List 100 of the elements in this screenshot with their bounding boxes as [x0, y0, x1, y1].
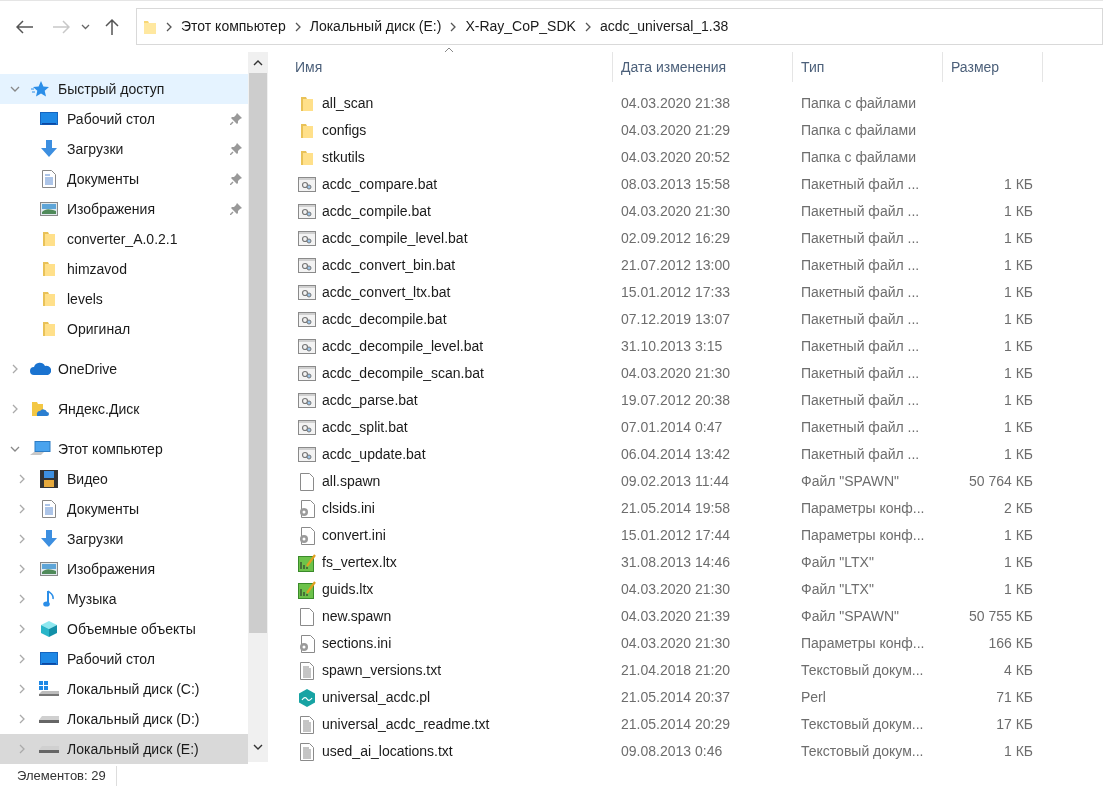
tree-item[interactable]: Локальный диск (E:)	[0, 734, 248, 764]
tree-item[interactable]: Рабочий стол	[0, 104, 248, 134]
file-row[interactable]: acdc_decompile.bat 07.12.2019 13:07 Пакетный файл ... 1 КБ	[268, 306, 1103, 333]
tree-item[interactable]: Загрузки	[0, 134, 248, 164]
tree-item[interactable]: Яндекс.Диск	[0, 394, 248, 424]
cube-icon	[40, 620, 58, 638]
type-cell-text: Пакетный файл ...	[800, 337, 921, 356]
tree-item[interactable]: OneDrive	[0, 354, 248, 384]
tree-item[interactable]: Оригинал	[0, 314, 248, 344]
tree-item[interactable]: Музыка	[0, 584, 248, 614]
tree-item[interactable]: converter_A.0.2.1	[0, 224, 248, 254]
file-row[interactable]: acdc_convert_bin.bat 21.07.2012 13:00 Пакетный файл ... 1 КБ	[268, 252, 1103, 279]
column-header[interactable]: Имя	[268, 52, 613, 82]
file-row[interactable]: acdc_convert_ltx.bat 15.01.2012 17:33 Пакетный файл ... 1 КБ	[268, 279, 1103, 306]
breadcrumb-item[interactable]: Локальный диск (E:)	[309, 16, 442, 37]
column-header[interactable]: Дата изменения	[613, 52, 793, 82]
file-row[interactable]: all_scan 04.03.2020 21:38 Папка с файлами	[268, 90, 1103, 117]
breadcrumb-item[interactable]: X-Ray_CoP_SDK	[465, 16, 576, 37]
folder-icon	[143, 18, 157, 35]
tree-item[interactable]: Этот компьютер	[0, 434, 248, 464]
file-row[interactable]: convert.ini 15.01.2012 17:44 Параметры конф... 1 КБ	[268, 522, 1103, 549]
chevron-right-icon[interactable]	[19, 624, 25, 634]
film-icon	[40, 470, 58, 488]
sidebar-scrollbar[interactable]	[248, 52, 268, 762]
tree-item[interactable]: Рабочий стол	[0, 644, 248, 674]
file-row[interactable]: fs_vertex.ltx 31.08.2013 14:46 Файл "LTX" 1 КБ	[268, 549, 1103, 576]
tree-item[interactable]: levels	[0, 284, 248, 314]
chevron-right-icon	[166, 21, 172, 32]
tree-item[interactable]: Загрузки	[0, 524, 248, 554]
file-row[interactable]: new.spawn 04.03.2020 21:39 Файл "SPAWN" 50 755 КБ	[268, 603, 1103, 630]
chevron-right-icon[interactable]	[12, 404, 18, 414]
chevron-right-icon[interactable]	[19, 474, 25, 484]
tree-item-label: Видео	[67, 469, 109, 489]
file-row[interactable]: configs 04.03.2020 21:29 Папка с файлами	[268, 117, 1103, 144]
chevron-right-icon[interactable]	[19, 594, 25, 604]
folder-icon	[301, 122, 313, 139]
chevron-right-icon[interactable]	[19, 714, 25, 724]
column-header[interactable]: Размер	[943, 52, 1043, 82]
file-row[interactable]: all.spawn 09.02.2013 11:44 Файл "SPAWN" 50 764 КБ	[268, 468, 1103, 495]
size-cell-text: 2 КБ	[1002, 499, 1033, 518]
tree-item-label: Изображения	[67, 199, 156, 219]
music-note-icon	[43, 590, 55, 608]
tree-item[interactable]: Документы	[0, 494, 248, 524]
type-cell-text: Пакетный файл ...	[800, 229, 921, 248]
size-cell-text: 50 764 КБ	[967, 472, 1033, 491]
file-name: sections.ini	[322, 634, 392, 653]
type-cell-text: Файл "LTX"	[800, 553, 875, 572]
tree-item[interactable]: Локальный диск (C:)	[0, 674, 248, 704]
tree-item[interactable]: Изображения	[0, 554, 248, 584]
chevron-right-icon[interactable]	[19, 534, 25, 544]
chevron-right-icon[interactable]	[19, 564, 25, 574]
file-row[interactable]: acdc_decompile_level.bat 31.10.2013 3:15 Пакетный файл ... 1 КБ	[268, 333, 1103, 360]
file-row[interactable]: acdc_compare.bat 08.03.2013 15:58 Пакетный файл ... 1 КБ	[268, 171, 1103, 198]
tree-item[interactable]: Документы	[0, 164, 248, 194]
file-row[interactable]: acdc_decompile_scan.bat 04.03.2020 21:30 Пакетный файл ... 1 КБ	[268, 360, 1103, 387]
tree-item[interactable]: himzavod	[0, 254, 248, 284]
chevron-right-icon[interactable]	[19, 654, 25, 664]
type-cell-text: Папка с файлами	[800, 94, 917, 113]
gear-window-icon	[298, 230, 316, 247]
size-cell-text: 1 КБ	[1002, 256, 1033, 275]
chevron-right-icon[interactable]	[19, 744, 25, 754]
file-row[interactable]: universal_acdc.pl 21.05.2014 20:37 Perl 71 КБ	[268, 684, 1103, 711]
file-row[interactable]: acdc_split.bat 07.01.2014 0:47 Пакетный файл ... 1 КБ	[268, 414, 1103, 441]
file-name: universal_acdc.pl	[322, 688, 431, 707]
file-row[interactable]: stkutils 04.03.2020 20:52 Папка с файлами	[268, 144, 1103, 171]
breadcrumb-item[interactable]: acdc_universal_1.38	[599, 16, 729, 37]
tree-item[interactable]: Изображения	[0, 194, 248, 224]
date-cell-text: 04.03.2020 21:30	[620, 364, 731, 383]
file-row[interactable]: acdc_compile_level.bat 02.09.2012 16:29 Пакетный файл ... 1 КБ	[268, 225, 1103, 252]
scrollbar-thumb[interactable]	[249, 73, 267, 633]
file-row[interactable]: used_ai_locations.txt 09.08.2013 0:46 Текстовый докум... 1 КБ	[268, 738, 1103, 762]
file-row[interactable]: acdc_compile.bat 04.03.2020 21:30 Пакетный файл ... 1 КБ	[268, 198, 1103, 225]
file-row[interactable]: sections.ini 04.03.2020 21:30 Параметры конф... 166 КБ	[268, 630, 1103, 657]
file-row[interactable]: spawn_versions.txt 21.04.2018 21:20 Текстовый докум... 4 КБ	[268, 657, 1103, 684]
column-header[interactable]: Тип	[793, 52, 943, 82]
tree-item[interactable]: Объемные объекты	[0, 614, 248, 644]
tree-item[interactable]: Локальный диск (D:)	[0, 704, 248, 734]
file-row[interactable]: clsids.ini 21.05.2014 19:58 Параметры конф... 2 КБ	[268, 495, 1103, 522]
gear-file-icon	[299, 526, 315, 545]
chevron-right-icon[interactable]	[19, 504, 25, 514]
tree-item[interactable]: Быстрый доступ	[0, 74, 248, 104]
date-cell-text: 31.08.2013 14:46	[620, 553, 731, 572]
text-file-icon	[300, 742, 314, 761]
tree-item[interactable]: Видео	[0, 464, 248, 494]
breadcrumb-item[interactable]: Этот компьютер	[181, 16, 286, 37]
file-row[interactable]: guids.ltx 04.03.2020 21:30 Файл "LTX" 1 КБ	[268, 576, 1103, 603]
file-row[interactable]: universal_acdc_readme.txt 21.05.2014 20:29 Текстовый докум... 17 КБ	[268, 711, 1103, 738]
size-cell-text: 1 КБ	[1002, 526, 1033, 545]
size-cell-text: 1 КБ	[1002, 418, 1033, 437]
chevron-right-icon[interactable]	[19, 684, 25, 694]
chevron-down-icon[interactable]	[10, 446, 20, 452]
monitor-icon	[40, 652, 58, 666]
file-row[interactable]: acdc_parse.bat 19.07.2012 20:38 Пакетный файл ... 1 КБ	[268, 387, 1103, 414]
chevron-right-icon[interactable]	[12, 364, 18, 374]
chevron-down-icon[interactable]	[10, 86, 20, 92]
file-row[interactable]: acdc_update.bat 06.04.2014 13:42 Пакетный файл ... 1 КБ	[268, 441, 1103, 468]
type-cell-text: Пакетный файл ...	[800, 283, 921, 302]
date-cell-text: 19.07.2012 20:38	[620, 391, 731, 410]
address-bar[interactable]: Этот компьютер Локальный диск (E:) X-Ray_CoP_SDK acdc_universal_1.38	[136, 8, 1103, 45]
tree-item-label: Рабочий стол	[67, 649, 156, 669]
